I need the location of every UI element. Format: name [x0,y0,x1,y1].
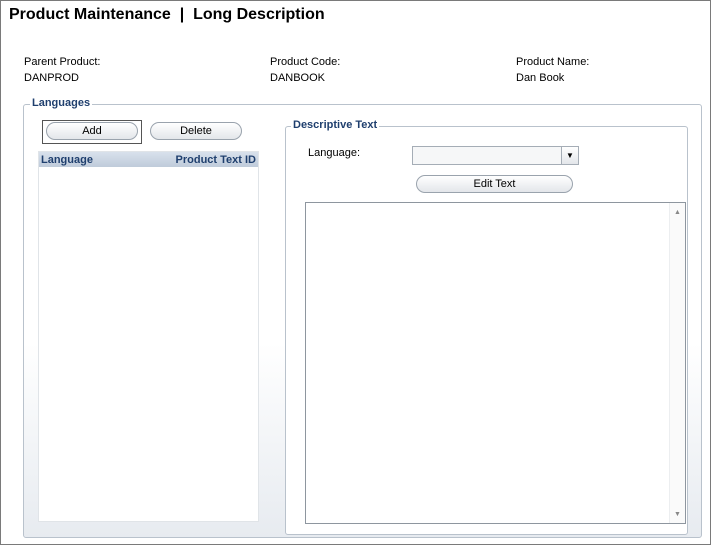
languages-legend: Languages [30,97,93,109]
languages-group: Languages Add Delete Language Product Te… [23,97,702,538]
product-name-label: Product Name: [516,56,590,68]
add-button[interactable]: Add [46,122,138,140]
arrow-down-icon[interactable]: ▼ [670,507,685,521]
vertical-scrollbar[interactable]: ▲ ▼ [669,203,685,523]
product-name-value: Dan Book [516,72,565,84]
product-name-info: Product Name: Dan Book [516,54,589,86]
product-code-info: Product Code: DANBOOK [270,54,340,86]
descriptive-text-group: Descriptive Text Language: ▼ Edit Text ▲… [285,119,688,535]
description-textarea[interactable]: ▲ ▼ [305,202,686,524]
parent-product-label: Parent Product: [24,56,101,68]
descriptive-text-legend: Descriptive Text [291,119,380,131]
chevron-down-icon[interactable]: ▼ [561,147,578,164]
page-title: Product Maintenance | Long Description [9,6,325,23]
column-header-language[interactable]: Language [41,154,93,166]
parent-product-info: Parent Product: DANPROD [24,54,100,86]
delete-button[interactable]: Delete [150,122,242,140]
window-frame: Product Maintenance | Long Description P… [0,0,711,545]
edit-text-button[interactable]: Edit Text [416,175,573,193]
parent-product-value: DANPROD [24,72,80,84]
product-code-value: DANBOOK [270,72,326,84]
languages-list[interactable]: Language Product Text ID [38,151,259,522]
language-select[interactable]: ▼ [412,146,579,165]
column-header-product-text-id[interactable]: Product Text ID [176,154,256,166]
arrow-up-icon[interactable]: ▲ [670,205,685,219]
language-label: Language: [308,147,360,159]
product-code-label: Product Code: [270,56,341,68]
languages-list-header: Language Product Text ID [39,152,258,167]
